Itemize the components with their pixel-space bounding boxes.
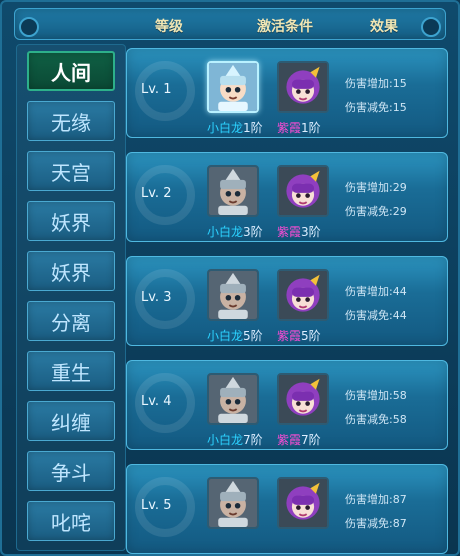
header-condition: 激活条件: [257, 19, 313, 35]
level-card-5: Lv. 5 伤害增加:87 伤害减免:87: [126, 464, 448, 554]
requirement-rank: 5阶: [301, 329, 321, 343]
damage-increase: 伤害增加:58: [345, 389, 407, 402]
requirement-name: 小白龙: [207, 433, 244, 447]
damage-increase: 伤害增加:29: [345, 181, 407, 194]
xiaobailong-portrait[interactable]: [207, 373, 259, 425]
zixia-portrait[interactable]: [277, 61, 329, 113]
requirement-zixia: 紫霞7阶: [277, 431, 321, 448]
zixia-avatar-icon: [279, 167, 327, 215]
damage-increase: 伤害增加:87: [345, 493, 407, 506]
requirement-zixia: 紫霞5阶: [277, 327, 321, 344]
requirement-xiaobailong: 小白龙7阶: [207, 431, 263, 448]
requirement-zixia: 紫霞1阶: [277, 119, 321, 136]
level-list: Lv. 1 小白龙1阶 紫霞1阶 伤害增加:15 伤害减免:15 Lv. 2 小…: [120, 44, 452, 554]
requirement-rank: 3阶: [301, 225, 321, 239]
tab-tiangong[interactable]: 天宫: [27, 151, 115, 191]
level-label: Lv. 3: [141, 290, 172, 305]
zixia-portrait[interactable]: [277, 477, 329, 529]
tab-fenli[interactable]: 分离: [27, 301, 115, 341]
damage-reduction: 伤害减免:87: [345, 517, 407, 530]
tab-yaojie-1[interactable]: 妖界: [27, 201, 115, 241]
requirement-name: 紫霞: [277, 433, 302, 447]
tab-renjian[interactable]: 人间: [27, 51, 115, 91]
header-level: 等级: [155, 19, 183, 35]
xiaobailong-portrait[interactable]: [207, 269, 259, 321]
zixia-avatar-icon: [279, 479, 327, 527]
corner-ornament-left: [19, 17, 39, 37]
requirement-name: 紫霞: [277, 225, 302, 239]
level-card-3: Lv. 3 小白龙5阶 紫霞5阶 伤害增加:44 伤害减免:44: [126, 256, 448, 346]
damage-reduction: 伤害减免:15: [345, 101, 407, 114]
level-label: Lv. 5: [141, 498, 172, 513]
requirement-name: 小白龙: [207, 329, 244, 343]
tab-label: 妖界: [51, 210, 91, 235]
tab-label: 无缘: [51, 110, 91, 135]
tab-wuyuan[interactable]: 无缘: [27, 101, 115, 141]
requirement-name: 紫霞: [277, 121, 302, 135]
zixia-portrait[interactable]: [277, 269, 329, 321]
tab-label: 纠缠: [51, 410, 91, 435]
damage-increase: 伤害增加:15: [345, 77, 407, 90]
requirement-name: 紫霞: [277, 329, 302, 343]
requirement-rank: 7阶: [301, 433, 321, 447]
tab-label: 叱咤: [51, 510, 91, 535]
requirement-rank: 1阶: [301, 121, 321, 135]
xiaobailong-portrait[interactable]: [207, 61, 259, 113]
tab-label: 分离: [51, 310, 91, 335]
requirement-zixia: 紫霞3阶: [277, 223, 321, 240]
requirement-name: 小白龙: [207, 225, 244, 239]
xiaobailong-portrait[interactable]: [207, 165, 259, 217]
zixia-avatar-icon: [279, 63, 327, 111]
tab-label: 争斗: [51, 460, 91, 485]
requirement-rank: 1阶: [243, 121, 263, 135]
xiaobailong-portrait[interactable]: [207, 477, 259, 529]
damage-reduction: 伤害减免:44: [345, 309, 407, 322]
level-card-1: Lv. 1 小白龙1阶 紫霞1阶 伤害增加:15 伤害减免:15: [126, 48, 448, 138]
dragon-avatar-icon: [209, 167, 257, 215]
requirement-rank: 7阶: [243, 433, 263, 447]
header-bar: 等级 激活条件 效果: [14, 8, 446, 40]
tab-chongsheng[interactable]: 重生: [27, 351, 115, 391]
requirement-name: 小白龙: [207, 121, 244, 135]
header-effect: 效果: [370, 19, 398, 35]
requirement-rank: 3阶: [243, 225, 263, 239]
tab-label: 妖界: [51, 260, 91, 285]
zixia-portrait[interactable]: [277, 165, 329, 217]
level-card-2: Lv. 2 小白龙3阶 紫霞3阶 伤害增加:29 伤害减免:29: [126, 152, 448, 242]
tab-jiuchan[interactable]: 纠缠: [27, 401, 115, 441]
damage-reduction: 伤害减免:29: [345, 205, 407, 218]
level-label: Lv. 4: [141, 394, 172, 409]
requirement-rank: 5阶: [243, 329, 263, 343]
tab-label: 人间: [51, 60, 91, 85]
level-label: Lv. 1: [141, 82, 172, 97]
corner-ornament-right: [421, 17, 441, 37]
requirement-xiaobailong: 小白龙1阶: [207, 119, 263, 136]
dragon-avatar-icon: [209, 479, 257, 527]
tab-zhengdou[interactable]: 争斗: [27, 451, 115, 491]
dragon-avatar-icon: [209, 375, 257, 423]
zixia-avatar-icon: [279, 375, 327, 423]
zixia-portrait[interactable]: [277, 373, 329, 425]
game-panel: 等级 激活条件 效果 人间 无缘 天宫 妖界 妖界 分离 重生 纠缠 争斗 叱咤…: [0, 0, 460, 556]
dragon-avatar-icon: [209, 271, 257, 319]
tab-label: 天宫: [51, 160, 91, 185]
requirement-xiaobailong: 小白龙3阶: [207, 223, 263, 240]
tab-chizha[interactable]: 叱咤: [27, 501, 115, 541]
zixia-avatar-icon: [279, 271, 327, 319]
damage-reduction: 伤害减免:58: [345, 413, 407, 426]
dragon-avatar-icon: [209, 63, 257, 111]
category-sidebar: 人间 无缘 天宫 妖界 妖界 分离 重生 纠缠 争斗 叱咤: [16, 44, 126, 551]
tab-yaojie-2[interactable]: 妖界: [27, 251, 115, 291]
level-card-4: Lv. 4 小白龙7阶 紫霞7阶 伤害增加:58 伤害减免:58: [126, 360, 448, 450]
requirement-xiaobailong: 小白龙5阶: [207, 327, 263, 344]
level-label: Lv. 2: [141, 186, 172, 201]
damage-increase: 伤害增加:44: [345, 285, 407, 298]
tab-label: 重生: [51, 360, 91, 385]
